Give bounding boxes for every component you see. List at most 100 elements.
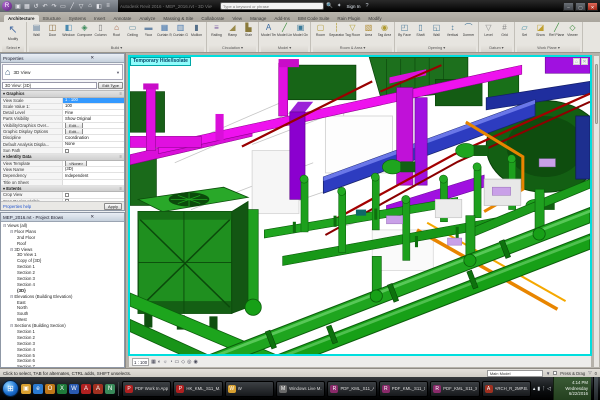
reveal-hidden-icon[interactable]: ◉ <box>194 359 198 365</box>
expand-icon[interactable]: ⊟ <box>10 323 13 328</box>
chevron-down-icon[interactable]: ▼ <box>546 371 550 376</box>
workset-dropdown[interactable]: Main Model <box>487 370 543 377</box>
crop-region-icon[interactable]: ◇ <box>181 359 185 365</box>
edit-type-button[interactable]: Edit Type <box>98 82 123 89</box>
volume-icon[interactable]: ◁ <box>547 386 551 392</box>
tab-annotate[interactable]: Annotate <box>109 15 135 22</box>
thin-lines-icon[interactable]: ≡ <box>104 3 112 9</box>
viewport-scrollbar[interactable] <box>593 55 600 368</box>
mullion-button[interactable]: ▮Mullion <box>189 23 204 37</box>
filter-icon[interactable]: ▽ <box>588 370 591 376</box>
taskbar-button-pdf-kml-s11-s[interactable]: RPDF_KML_S11_S... <box>430 381 479 397</box>
view-template-edit-button[interactable]: <None> <box>65 161 87 166</box>
close-button[interactable]: ✕ <box>587 2 598 11</box>
3d-view-icon[interactable]: ⌂ <box>86 3 94 9</box>
dormer-button[interactable]: ⌒Dormer <box>461 23 476 37</box>
area-button[interactable]: ▧Area <box>361 23 376 37</box>
tab-systems[interactable]: Systems <box>65 15 90 22</box>
battery-icon[interactable]: ▮ <box>537 386 540 392</box>
crop-view-checkbox[interactable] <box>65 193 69 197</box>
redo-icon[interactable]: ↷ <box>50 3 58 10</box>
exchange-icon[interactable]: ✦ <box>337 3 342 9</box>
ramp-button[interactable]: ◢Ramp <box>225 23 240 37</box>
tab-insert[interactable]: Insert <box>90 15 109 22</box>
press-drag-checkbox[interactable] <box>553 371 557 375</box>
tab-collaborate[interactable]: Collaborate <box>197 15 228 22</box>
section-icon[interactable]: ◧ <box>95 3 103 10</box>
properties-close-icon[interactable]: ✕ <box>63 55 123 61</box>
undo-icon[interactable]: ↶ <box>41 3 49 10</box>
tab-add-ins[interactable]: Add-Ins <box>270 15 294 22</box>
help-icon[interactable]: ? <box>365 3 368 9</box>
type-selector[interactable]: ⌂ 3D View ▼ <box>2 64 123 80</box>
tag-icon[interactable]: ▽ <box>77 3 85 10</box>
sign-in-button[interactable]: Sign In <box>346 4 360 9</box>
stair-button[interactable]: ▙Stair <box>241 23 256 37</box>
browser-item-section-7[interactable]: Section 7 <box>1 364 124 367</box>
tab-structure[interactable]: Structure <box>39 15 65 22</box>
drawing-viewport[interactable]: Temporary Hide/Isolate ⌂✕ <box>128 55 592 356</box>
shadows-icon[interactable]: ◔ <box>170 359 173 365</box>
apply-button[interactable]: Apply <box>104 203 122 210</box>
word-icon[interactable]: W <box>69 384 79 394</box>
detail-level-icon[interactable]: ▦ <box>151 359 156 365</box>
model-line-button[interactable]: ╱Model Line <box>277 23 292 37</box>
ref-plane-button[interactable]: ╱Ref Plane <box>549 23 564 37</box>
taskbar-button-pdf-work-in-appr[interactable]: PPDF Work In Appr... <box>122 381 171 397</box>
wall-button[interactable]: ▤Wall <box>29 23 44 37</box>
show-hidden-icon[interactable]: ▴ <box>533 386 536 392</box>
railing-button[interactable]: ≡Railing <box>209 23 224 37</box>
taskbar-button-w[interactable]: WW <box>225 381 274 397</box>
graphic-display-options-edit-button[interactable]: Edit... <box>65 129 83 134</box>
view-scale-button[interactable]: 1 : 100 <box>132 358 149 366</box>
show-button[interactable]: ◪Show <box>533 23 548 37</box>
separator-button[interactable]: ┆Separator <box>329 23 344 37</box>
outlook-icon[interactable]: O <box>45 384 55 394</box>
door-button[interactable]: ◫Door <box>45 23 60 37</box>
chevron-down-icon[interactable]: ▼ <box>116 70 120 75</box>
taskbar-button-arch-r-2mp-b[interactable]: AARCH_R_2MP.B... <box>482 381 531 397</box>
measure-icon[interactable]: ╱ <box>68 3 76 10</box>
search-icon[interactable]: 🔍 <box>326 3 333 9</box>
save-icon[interactable]: ▦ <box>23 3 31 10</box>
acrobat-icon[interactable]: A <box>81 384 91 394</box>
taskbar-button-pdf-kml-s11-s[interactable]: RPDF_KML_S11_S... <box>379 381 428 397</box>
roof-button[interactable]: ⌂Roof <box>109 23 124 37</box>
excel-icon[interactable]: X <box>57 384 67 394</box>
show-desktop-button[interactable] <box>593 377 598 400</box>
project-browser-close-icon[interactable]: ✕ <box>63 214 123 220</box>
help-search-input[interactable] <box>220 2 324 10</box>
taskbar-button-hk-kml-s11-m[interactable]: PHK_KML_S11_M... <box>173 381 222 397</box>
expand-icon[interactable]: ⊟ <box>10 229 13 234</box>
taskbar-button-pdf-kml-s11-a[interactable]: RPDF_KML_S11_A... <box>327 381 376 397</box>
open-icon[interactable]: ▣ <box>14 3 22 10</box>
tag-room-button[interactable]: ▽Tag Room <box>345 23 360 37</box>
tab-view[interactable]: View <box>228 15 246 22</box>
expand-icon[interactable]: ⊟ <box>10 294 13 299</box>
window-button[interactable]: ◧Window <box>61 23 76 37</box>
floor-button[interactable]: ▬Floor <box>141 23 156 37</box>
project-browser-header[interactable]: MEP_2016.rvt - Project Browser ✕ <box>1 213 124 222</box>
taskbar-clock[interactable]: 4:14 PM Wednesday 6/22/2016 <box>553 377 591 400</box>
sun-path-icon[interactable]: ☼ <box>163 359 168 365</box>
set-button[interactable]: ▱Set <box>517 23 532 37</box>
sync-icon[interactable]: ↺ <box>32 3 40 10</box>
wall-button[interactable]: ◱Wall <box>429 23 444 37</box>
column-button[interactable]: ▯Column <box>93 23 108 37</box>
tag-area-button[interactable]: ◉Tag Area <box>377 23 392 37</box>
room-button[interactable]: ▢Room <box>313 23 328 37</box>
modify-button[interactable]: ↖Modify <box>2 23 24 41</box>
instance-combo[interactable]: 3D View: {3D} <box>2 82 97 89</box>
explorer-icon[interactable]: ▣ <box>21 384 31 394</box>
expand-icon[interactable]: ⊟ <box>10 247 13 252</box>
expand-icon[interactable]: ⊟ <box>3 223 6 228</box>
shaft-button[interactable]: ▯Shaft <box>413 23 428 37</box>
hide-isolate-icon[interactable]: ◎ <box>187 359 191 365</box>
start-button[interactable]: ⊞ <box>2 380 19 397</box>
level-button[interactable]: ▽Level <box>481 23 496 37</box>
visual-style-icon[interactable]: ◐ <box>158 359 161 365</box>
grid-button[interactable]: #Grid <box>497 23 512 37</box>
navisworks-icon[interactable]: N <box>105 384 115 394</box>
tab-bim-code-suite[interactable]: BIM Code Suite <box>294 15 334 22</box>
revit-logo-icon[interactable]: R <box>2 1 12 11</box>
